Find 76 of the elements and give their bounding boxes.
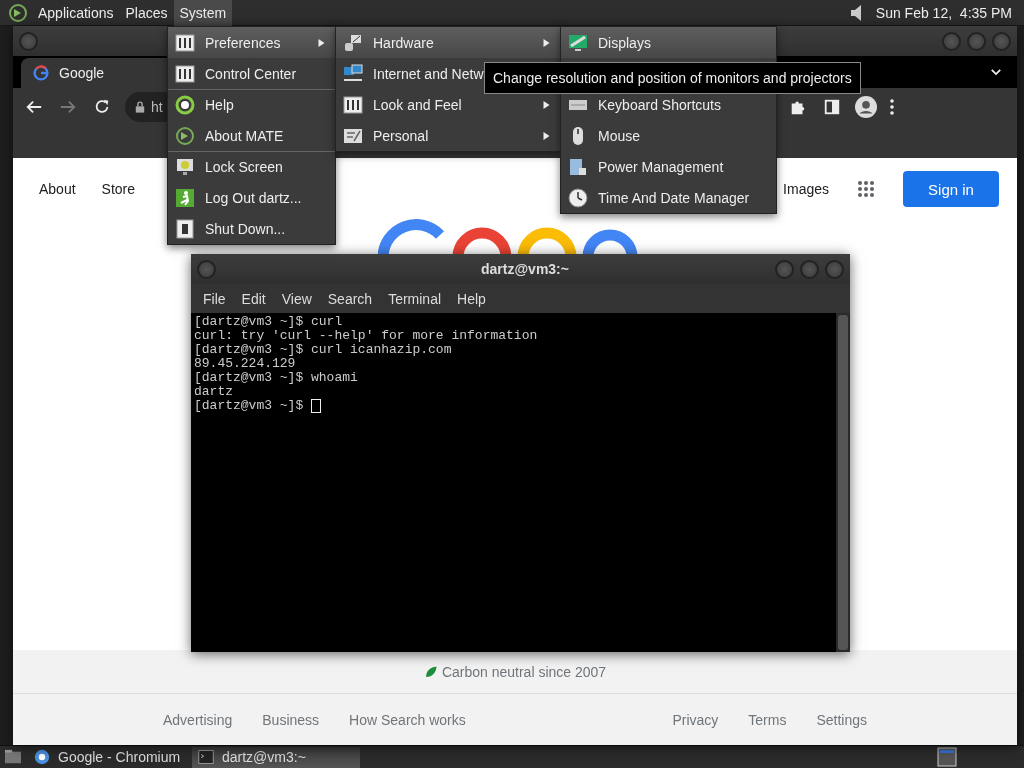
window-title: dartz@vm3:~ (481, 261, 569, 277)
images-link[interactable]: Images (783, 181, 829, 197)
menu-item[interactable]: Mouse (561, 120, 776, 151)
menu-item[interactable]: Help (168, 89, 335, 120)
minimize-button[interactable] (775, 259, 794, 279)
tooltip: Change resolution and position of monitors and projectors (484, 62, 861, 94)
footer-link[interactable]: Settings (816, 711, 867, 728)
maximize-button[interactable] (967, 31, 986, 51)
lifebuoy-icon (175, 95, 195, 115)
sign-in-button[interactable]: Sign in (903, 171, 999, 207)
panel-menu[interactable]: System (173, 0, 233, 26)
clock-icon (568, 187, 588, 208)
menu-item[interactable]: Power Management (561, 151, 776, 182)
nav-link[interactable]: Store (101, 181, 136, 197)
browser-icon (34, 749, 50, 765)
mate-logo-icon (8, 2, 28, 23)
footer-link[interactable]: Advertising (163, 711, 233, 728)
exit-icon (175, 187, 195, 208)
clock[interactable]: Sun Feb 12, 4:35 PM (875, 4, 1012, 21)
terminal-line: dartz (194, 385, 233, 399)
clipboard-plug-icon (568, 156, 588, 177)
menu-item[interactable]: About MATE (168, 120, 335, 151)
profile-button[interactable] (855, 96, 877, 118)
close-button[interactable] (992, 31, 1011, 51)
window-menu-button[interactable] (197, 259, 216, 279)
mate-logo-icon (175, 125, 195, 146)
menu-item[interactable]: File (195, 290, 234, 307)
scrollbar[interactable] (836, 313, 850, 652)
maximize-button[interactable] (800, 259, 819, 279)
menu-item[interactable]: Displays (561, 27, 776, 58)
sliders-icon (175, 32, 195, 53)
hardware-icon (343, 32, 363, 53)
window-menu-button[interactable] (19, 31, 38, 51)
taskbar-button[interactable]: Google - Chromium (28, 746, 188, 768)
terminal-line: 89.45.224.129 (194, 357, 296, 371)
menu-item[interactable]: Personal (336, 120, 560, 151)
menu-item[interactable]: Search (319, 290, 381, 307)
menu-item[interactable]: Help (449, 290, 494, 307)
menu-item[interactable]: Log Out dartz... (168, 182, 335, 213)
footer-link[interactable]: Privacy (672, 711, 719, 728)
footer-link[interactable]: Terms (748, 711, 787, 728)
apps-grid-button[interactable] (855, 178, 877, 200)
shutdown-icon (175, 218, 195, 239)
network-icon (343, 63, 363, 84)
footer-link[interactable]: How Search works (349, 711, 466, 728)
terminal-line: [dartz@vm3 ~]$ (194, 399, 305, 413)
monitor-icon (568, 32, 588, 53)
minimize-button[interactable] (942, 31, 961, 51)
panel-menu[interactable]: Places (119, 0, 174, 26)
menu-item[interactable]: Edit (233, 290, 274, 307)
lock-icon (133, 100, 147, 114)
monitor-lock-icon (175, 157, 195, 177)
menu-item[interactable]: Terminal (380, 290, 450, 307)
menu-item[interactable]: Preferences (168, 27, 335, 58)
taskbar-button[interactable]: dartz@vm3:~ (192, 746, 360, 768)
more-options-button[interactable] (889, 98, 895, 116)
terminal-line: [dartz@vm3 ~]$ curl icanhazip.com (194, 343, 452, 357)
sliders-icon (175, 63, 195, 84)
menu-item[interactable]: Shut Down... (168, 213, 335, 244)
leaf-icon (423, 664, 438, 679)
menu-item[interactable]: View (273, 290, 320, 307)
menu-item[interactable]: Lock Screen (168, 151, 335, 182)
nav-link[interactable]: About (39, 181, 76, 197)
carbon-neutral-text: Carbon neutral since 2007 (441, 663, 607, 680)
terminal-line: [dartz@vm3 ~]$ curl (194, 315, 343, 329)
terminal-line: curl: try 'curl --help' for more information (194, 329, 538, 343)
close-button[interactable] (825, 259, 844, 279)
workspace-switcher-icon (936, 747, 958, 767)
sliders-icon (343, 94, 363, 115)
menu-item[interactable]: Hardware (336, 27, 560, 58)
panel-menu[interactable]: Applications (32, 0, 120, 26)
menu-item[interactable]: Time And Date Manager (561, 182, 776, 213)
terminal-icon (198, 749, 214, 765)
terminal-line: [dartz@vm3 ~]$ whoami (194, 371, 358, 385)
google-g-icon (33, 65, 49, 81)
footer-link[interactable]: Business (262, 711, 320, 728)
